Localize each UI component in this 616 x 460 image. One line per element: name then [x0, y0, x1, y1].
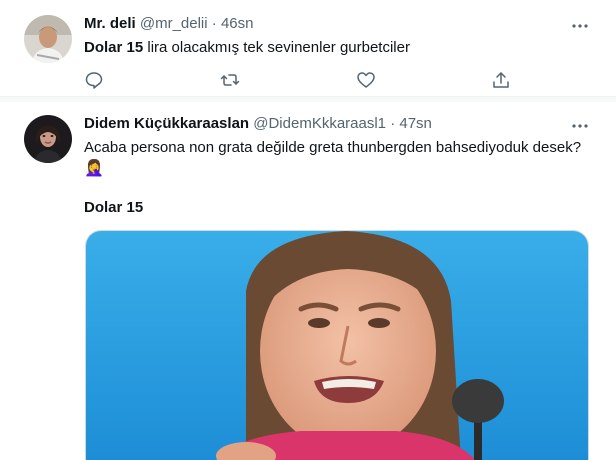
- avatar[interactable]: [24, 115, 72, 163]
- timestamp[interactable]: 46sn: [221, 15, 254, 32]
- tweet-actions: [84, 70, 514, 90]
- avatar[interactable]: [24, 15, 72, 63]
- tweet-text-rest: lira olacakmış tek sevinenler gurbetcile…: [143, 39, 410, 56]
- tweet-text: Acaba persona non grata değilde greta th…: [84, 139, 582, 156]
- tweet-text: Dolar 15 lira olacakmış tek sevinenler g…: [84, 38, 410, 58]
- timestamp[interactable]: 47sn: [399, 115, 432, 132]
- tweet-header: Didem Küçükkaraaslan @DidemKkkaraasl1 · …: [84, 114, 432, 134]
- tweet-media-image[interactable]: [85, 230, 589, 460]
- more-icon[interactable]: [570, 116, 590, 136]
- tweet-text-bold: Dolar 15: [84, 199, 144, 216]
- like-icon[interactable]: [356, 70, 376, 90]
- more-icon[interactable]: [570, 16, 590, 36]
- retweet-icon[interactable]: [220, 70, 240, 90]
- user-handle[interactable]: @DidemKkkaraasl1: [253, 115, 386, 132]
- tweet-1[interactable]: Mr. deli @mr_delii · 46sn Dolar 15 lira …: [0, 0, 616, 97]
- facepalm-emoji: 🤦‍♀️: [84, 160, 104, 177]
- display-name[interactable]: Mr. deli: [84, 15, 136, 32]
- tweet-text-bold: Dolar 15: [84, 39, 144, 56]
- separator: ·: [390, 115, 396, 132]
- reply-icon[interactable]: [84, 70, 104, 90]
- separator: ·: [211, 15, 217, 32]
- display-name[interactable]: Didem Küçükkaraaslan: [84, 115, 249, 132]
- share-icon[interactable]: [491, 70, 511, 90]
- tweet-2[interactable]: Didem Küçükkaraaslan @DidemKkkaraasl1 · …: [0, 102, 616, 460]
- user-handle[interactable]: @mr_delii: [140, 15, 208, 32]
- tweet-header: Mr. deli @mr_delii · 46sn: [84, 14, 253, 34]
